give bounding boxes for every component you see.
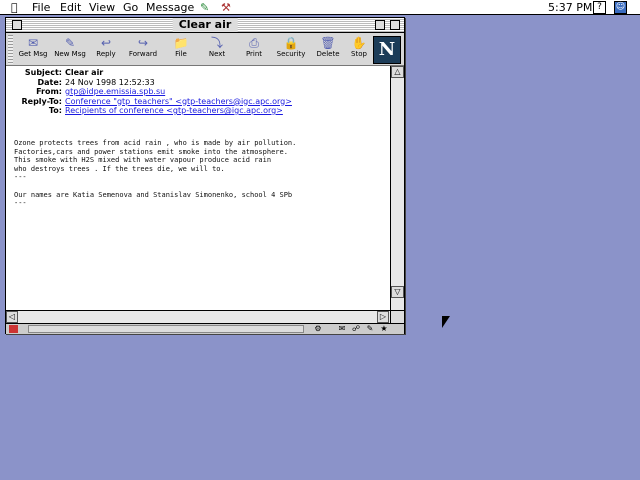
new-msg-icon: ✎ <box>64 36 76 50</box>
message-window: Clear air ✉ Get Msg ✎ New Msg ↩ Reply ↪ … <box>5 17 405 334</box>
status-text-field <box>28 325 304 333</box>
file-icon: 📁 <box>173 36 189 50</box>
header-reply-to: Reply-To: Conference "gtp_teachers" <gtp… <box>8 97 388 107</box>
menu-view[interactable]: View <box>89 1 115 14</box>
print-button[interactable]: ⎙ Print <box>236 35 272 65</box>
message-body[interactable]: Ozone protects trees from acid rain , wh… <box>14 139 384 208</box>
mail-icon[interactable]: ✉ <box>336 324 348 334</box>
file-button[interactable]: 📁 File <box>163 35 199 65</box>
menu-go[interactable]: Go <box>123 1 138 14</box>
help-icon[interactable]: ? <box>593 1 606 14</box>
header-to: To: Recipients of conference <gtp-teache… <box>8 106 388 116</box>
message-headers: Subject: Clear air Date: 24 Nov 1998 12:… <box>8 68 388 116</box>
toolbar: ✉ Get Msg ✎ New Msg ↩ Reply ↪ Forward 📁 … <box>6 33 404 66</box>
to-link[interactable]: Recipients of conference <gtp-teachers@i… <box>65 106 283 116</box>
menubar-clock[interactable]: 5:37 PM <box>548 1 592 14</box>
collapse-box-icon[interactable] <box>390 20 400 30</box>
menu-message[interactable]: Message <box>146 1 194 14</box>
get-msg-icon: ✉ <box>27 36 39 50</box>
security-label: Security <box>276 50 306 58</box>
next-label: Next <box>208 50 226 58</box>
menu-edit[interactable]: Edit <box>60 1 81 14</box>
from-link[interactable]: gtp@idpe.emissia.spb.su <box>65 87 165 97</box>
apple-menu-icon[interactable]:  <box>11 1 18 14</box>
header-value: 24 Nov 1998 12:52:33 <box>65 77 155 87</box>
scripts-icon[interactable]: ⚒ <box>221 1 231 14</box>
mouse-pointer-icon <box>442 316 450 328</box>
reply-label: Reply <box>96 50 116 58</box>
stop-label: Stop <box>351 50 367 58</box>
stop-icon: ✋ <box>351 36 367 50</box>
scroll-left-icon[interactable]: ◁ <box>6 311 18 323</box>
resize-grip[interactable] <box>390 310 404 323</box>
vertical-scrollbar[interactable]: △ ▽ <box>390 66 404 310</box>
zoom-box-icon[interactable] <box>375 20 385 30</box>
delete-button[interactable]: 🗑 Delete <box>310 35 346 65</box>
new-msg-label: New Msg <box>54 50 86 58</box>
next-icon: ⤵ <box>210 36 223 50</box>
new-msg-button[interactable]: ✎ New Msg <box>52 35 88 65</box>
forward-button[interactable]: ↪ Forward <box>125 35 161 65</box>
security-lock-icon[interactable] <box>9 325 18 333</box>
pencil-icon[interactable]: ✎ <box>200 1 209 14</box>
scroll-down-icon[interactable]: ▽ <box>391 286 404 298</box>
menu-file[interactable]: File <box>32 1 50 14</box>
next-button[interactable]: ⤵ Next <box>199 35 235 65</box>
header-from: From: gtp@idpe.emissia.spb.su <box>8 87 388 97</box>
forward-icon: ↪ <box>137 36 149 50</box>
delete-icon: 🗑 <box>320 36 336 50</box>
reply-icon: ↩ <box>100 36 112 50</box>
netscape-logo[interactable]: N <box>373 36 401 64</box>
stop-button[interactable]: ✋ Stop <box>346 35 372 65</box>
title-bar[interactable]: Clear air <box>6 18 404 33</box>
component-navigator-icon[interactable]: ⚙ <box>312 324 324 334</box>
toolbar-grip[interactable] <box>8 35 13 64</box>
message-content[interactable]: Subject: Clear air Date: 24 Nov 1998 12:… <box>6 66 390 310</box>
bookmark-icon[interactable]: ★ <box>378 324 390 334</box>
header-value: Clear air <box>65 68 104 77</box>
scroll-right-icon[interactable]: ▷ <box>377 311 389 323</box>
forward-label: Forward <box>128 50 158 58</box>
composer-icon[interactable]: ✎ <box>364 324 376 334</box>
header-subject: Subject: Clear air <box>8 68 388 78</box>
security-icon: 🔒 <box>283 36 299 50</box>
security-button[interactable]: 🔒 Security <box>273 35 309 65</box>
file-label: File <box>175 50 187 58</box>
finder-icon[interactable]: ☺ <box>614 1 627 14</box>
header-key: Date: <box>37 77 63 87</box>
header-key: From: <box>36 87 62 96</box>
reply-to-link[interactable]: Conference "gtp_teachers" <gtp-teachers@… <box>65 97 292 107</box>
get-msg-label: Get Msg <box>18 50 48 58</box>
discussion-icon[interactable]: ☍ <box>350 324 362 334</box>
reply-button[interactable]: ↩ Reply <box>88 35 124 65</box>
header-key: To: <box>48 106 62 115</box>
get-msg-button[interactable]: ✉ Get Msg <box>15 35 51 65</box>
menu-bar:  File Edit View Go Message ✎ ⚒ 5:37 PM … <box>0 0 640 15</box>
print-label: Print <box>245 50 263 58</box>
scroll-up-icon[interactable]: △ <box>391 66 404 78</box>
header-key: Subject: <box>24 68 62 77</box>
close-box-icon[interactable] <box>12 20 22 30</box>
status-bar: ⚙ ✉ ☍ ✎ ★ <box>6 323 404 334</box>
delete-label: Delete <box>316 50 340 58</box>
window-title: Clear air <box>172 18 238 32</box>
header-date: Date: 24 Nov 1998 12:52:33 <box>8 78 388 88</box>
header-key: Reply-To: <box>21 96 62 106</box>
print-icon: ⎙ <box>249 36 259 50</box>
horizontal-scrollbar[interactable]: ◁ ▷ <box>6 310 390 323</box>
